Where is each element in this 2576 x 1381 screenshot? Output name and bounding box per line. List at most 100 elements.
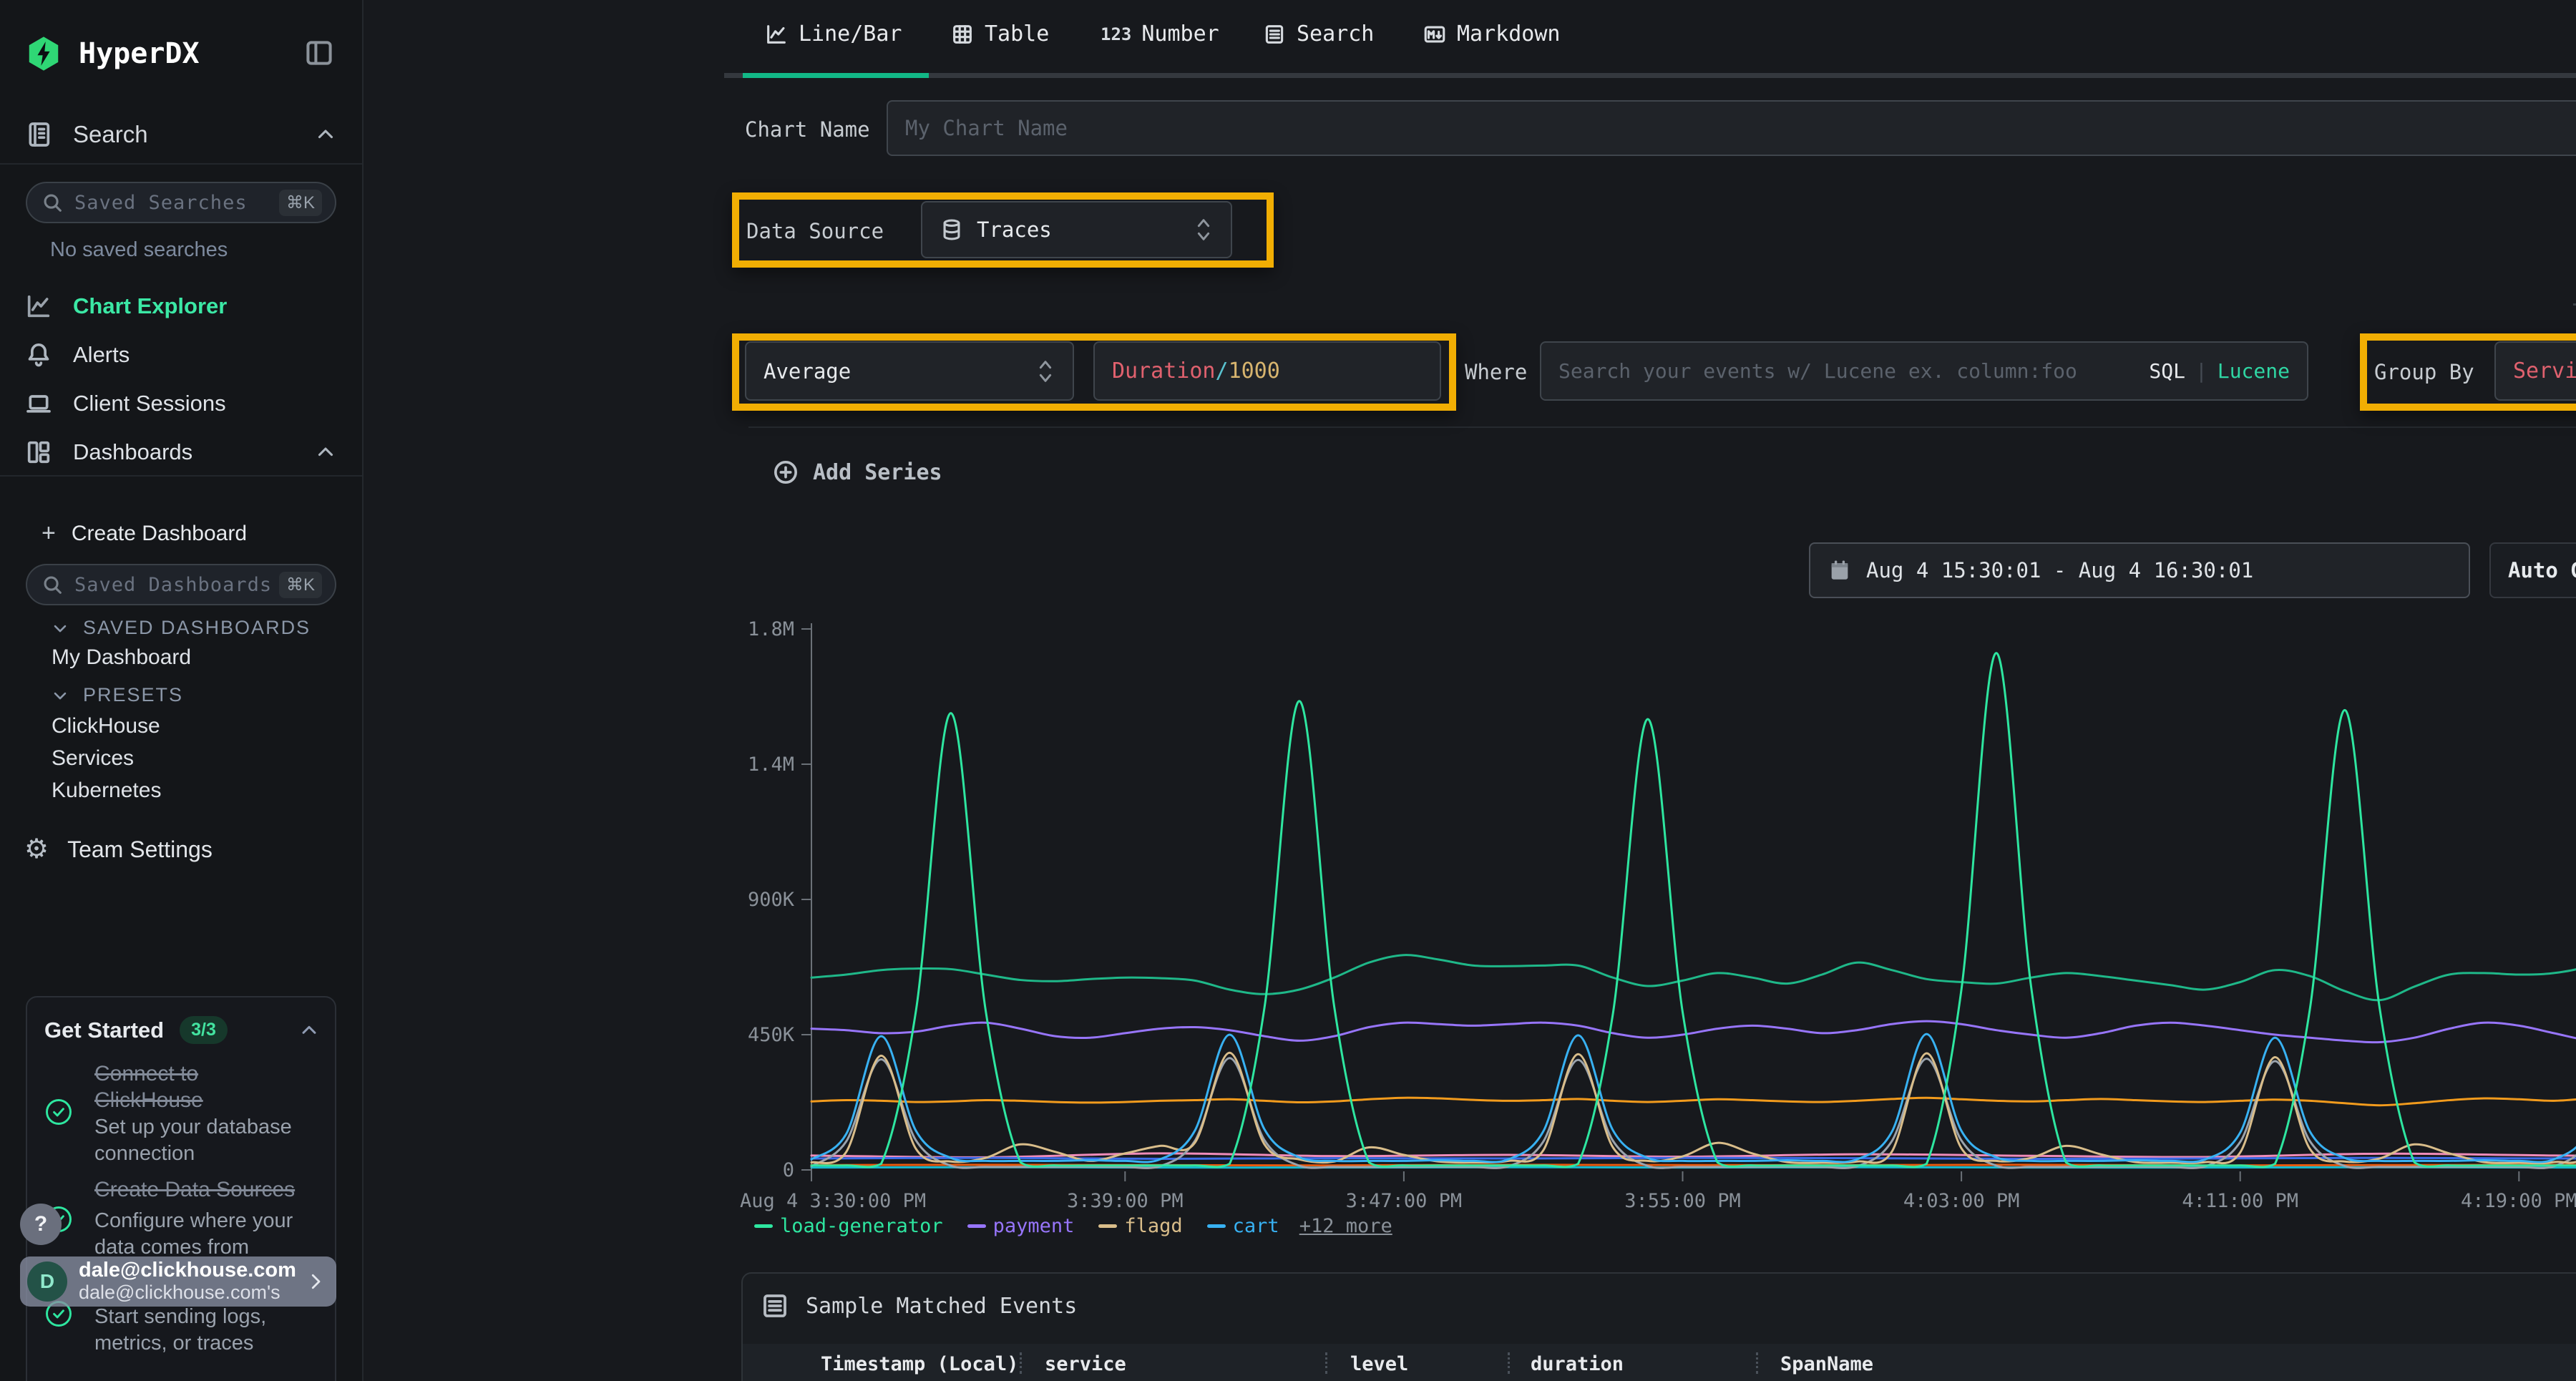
column-header-spanname[interactable]: SpanName xyxy=(1780,1353,1873,1375)
y-tick-label: 900K xyxy=(748,889,795,911)
circle-plus-icon xyxy=(771,458,800,487)
granularity-select[interactable]: Auto Granularity xyxy=(2489,542,2576,598)
legend-label: flagd xyxy=(1124,1215,1182,1237)
chevron-down-icon xyxy=(50,618,70,638)
chart-series-line xyxy=(811,1094,2576,1106)
chart-explorer-icon xyxy=(24,292,53,321)
x-tick-label: 4:19:00 PM xyxy=(2461,1190,2576,1212)
123-icon: 123 xyxy=(1101,24,1131,44)
legend-item[interactable]: cart xyxy=(1207,1215,1279,1237)
tab-search[interactable]: Search xyxy=(1262,21,1374,47)
gear-icon: ⚙ xyxy=(24,836,49,863)
sidebar-item-kubernetes[interactable]: Kubernetes xyxy=(52,779,161,803)
add-series-button[interactable]: Add Series xyxy=(771,458,942,487)
chevron-down-icon xyxy=(50,685,70,706)
saved-dashboards-input[interactable]: Saved Dashboards ⌘K xyxy=(26,564,336,605)
sidebar-item-chart-explorer[interactable]: Chart Explorer xyxy=(24,292,227,321)
x-tick-label: 4:11:00 PM xyxy=(2182,1190,2298,1212)
user-menu[interactable]: D dale@clickhouse.com dale@clickhouse.co… xyxy=(20,1256,336,1307)
database-icon xyxy=(940,218,964,242)
time-range-input[interactable]: Aug 4 15:30:01 - Aug 4 16:30:01 xyxy=(1809,542,2470,598)
checklist-item-title: Create Data Sources xyxy=(94,1178,295,1202)
presets-section[interactable]: PRESETS xyxy=(50,684,183,706)
sidebar-item-team-settings[interactable]: ⚙ Team Settings xyxy=(24,836,213,863)
saved-searches-input[interactable]: Saved Searches ⌘K xyxy=(26,182,336,223)
checklist-item-title: Connect to ClickHouse xyxy=(94,1060,203,1113)
check-circle-icon xyxy=(43,1096,74,1128)
aggregation-select[interactable]: Average xyxy=(745,341,1074,401)
brand[interactable]: HyperDX xyxy=(24,34,200,73)
create-dashboard-button[interactable]: + Create Dashboard xyxy=(42,519,247,547)
lucene-mode-toggle[interactable]: Lucene xyxy=(2218,359,2290,383)
chart-series-line xyxy=(811,653,2576,1167)
presets-section-label: PRESETS xyxy=(83,684,183,706)
no-saved-searches-text: No saved searches xyxy=(50,238,228,262)
sql-mode-toggle[interactable]: SQL xyxy=(2149,359,2185,383)
chevron-up-icon[interactable] xyxy=(313,122,338,147)
progress-badge: 3/3 xyxy=(180,1016,228,1044)
legend-item[interactable]: payment xyxy=(967,1215,1075,1237)
sidebar-item-client-sessions[interactable]: Client Sessions xyxy=(24,389,226,418)
legend-label: cart xyxy=(1233,1215,1279,1237)
search-icon xyxy=(40,572,64,597)
sidebar-item-services[interactable]: Services xyxy=(52,746,134,771)
chart-canvas[interactable]: 0450K900K1.4M1.8MAug 4 3:30:00 PM3:39:00… xyxy=(756,615,2576,1216)
data-source-select[interactable]: Traces xyxy=(921,201,1232,258)
chart-legend: load-generator payment flagd cart +12 more xyxy=(754,1215,1392,1237)
plus-icon: + xyxy=(42,519,56,547)
app-window: HyperDX Search Saved Searches ⌘K No save… xyxy=(0,0,2576,1381)
dashboards-icon xyxy=(24,438,53,467)
legend-swatch xyxy=(967,1224,986,1228)
get-started-header[interactable]: Get Started 3/3 xyxy=(44,1016,321,1044)
select-chevrons-icon xyxy=(1194,215,1214,244)
sample-events-panel: Sample Matched Events Timestamp (Local) … xyxy=(741,1272,2576,1381)
checklist-item-desc: Configure where your data comes from xyxy=(94,1208,293,1261)
saved-dashboards-section[interactable]: SAVED DASHBOARDS xyxy=(50,617,311,639)
divider xyxy=(0,475,362,477)
group-by-input[interactable]: ServiceName xyxy=(2494,341,2576,401)
column-header-duration[interactable]: duration xyxy=(1531,1353,1624,1375)
legend-more-link[interactable]: +12 more xyxy=(1299,1215,1392,1237)
chevron-up-icon[interactable] xyxy=(298,1019,321,1042)
y-tick-label: 0 xyxy=(783,1159,794,1181)
legend-item[interactable]: load-generator xyxy=(754,1215,943,1237)
list-box-icon xyxy=(760,1291,790,1321)
chart-name-input[interactable]: My Chart Name xyxy=(887,100,2576,156)
help-button[interactable]: ? xyxy=(20,1204,62,1245)
events-table-header: Timestamp (Local) service level duration… xyxy=(743,1344,2576,1381)
where-input[interactable]: Search your events w/ Lucene ex. column:… xyxy=(1540,341,2308,401)
tab-line-bar[interactable]: Line/Bar xyxy=(764,21,902,47)
legend-swatch xyxy=(754,1224,773,1228)
sidebar-item-my-dashboard[interactable]: My Dashboard xyxy=(52,645,191,670)
search-section-label: Search xyxy=(73,121,148,148)
sidebar-item-dashboards[interactable]: Dashboards xyxy=(24,438,338,467)
sidebar-item-clickhouse[interactable]: ClickHouse xyxy=(52,714,160,738)
legend-item[interactable]: flagd xyxy=(1098,1215,1182,1237)
column-separator[interactable] xyxy=(1325,1352,1327,1374)
sidebar-section-search[interactable]: Search xyxy=(24,120,338,149)
legend-label: payment xyxy=(993,1215,1075,1237)
collapse-sidebar-icon[interactable] xyxy=(303,37,335,69)
column-header-service[interactable]: service xyxy=(1045,1353,1126,1375)
tabs-underline-track xyxy=(724,73,2576,78)
tab-markdown[interactable]: Markdown xyxy=(1423,21,1561,47)
column-separator[interactable] xyxy=(1508,1352,1510,1374)
sidebar-item-label: Dashboards xyxy=(73,439,192,465)
group-by-label: Group By xyxy=(2374,360,2474,384)
tab-number[interactable]: 123Number xyxy=(1101,21,1219,47)
chevron-up-icon[interactable] xyxy=(313,440,338,464)
column-separator[interactable] xyxy=(1020,1352,1022,1374)
chart-name-label: Chart Name xyxy=(745,117,870,142)
hyperdx-logo-icon xyxy=(24,34,63,73)
sidebar-item-alerts[interactable]: Alerts xyxy=(24,341,130,369)
field-expression-input[interactable]: Duration/1000 xyxy=(1093,341,1441,401)
y-tick-label: 1.4M xyxy=(748,753,794,776)
column-separator[interactable] xyxy=(1756,1352,1758,1374)
column-header-timestamp[interactable]: Timestamp (Local) xyxy=(821,1353,1018,1375)
team-settings-label: Team Settings xyxy=(67,836,213,863)
x-tick-label: 3:39:00 PM xyxy=(1067,1190,1184,1212)
tab-table[interactable]: Table xyxy=(950,21,1049,47)
column-header-level[interactable]: level xyxy=(1350,1353,1408,1375)
user-email: dale@clickhouse.com xyxy=(79,1259,296,1282)
y-tick-label: 450K xyxy=(748,1024,795,1046)
